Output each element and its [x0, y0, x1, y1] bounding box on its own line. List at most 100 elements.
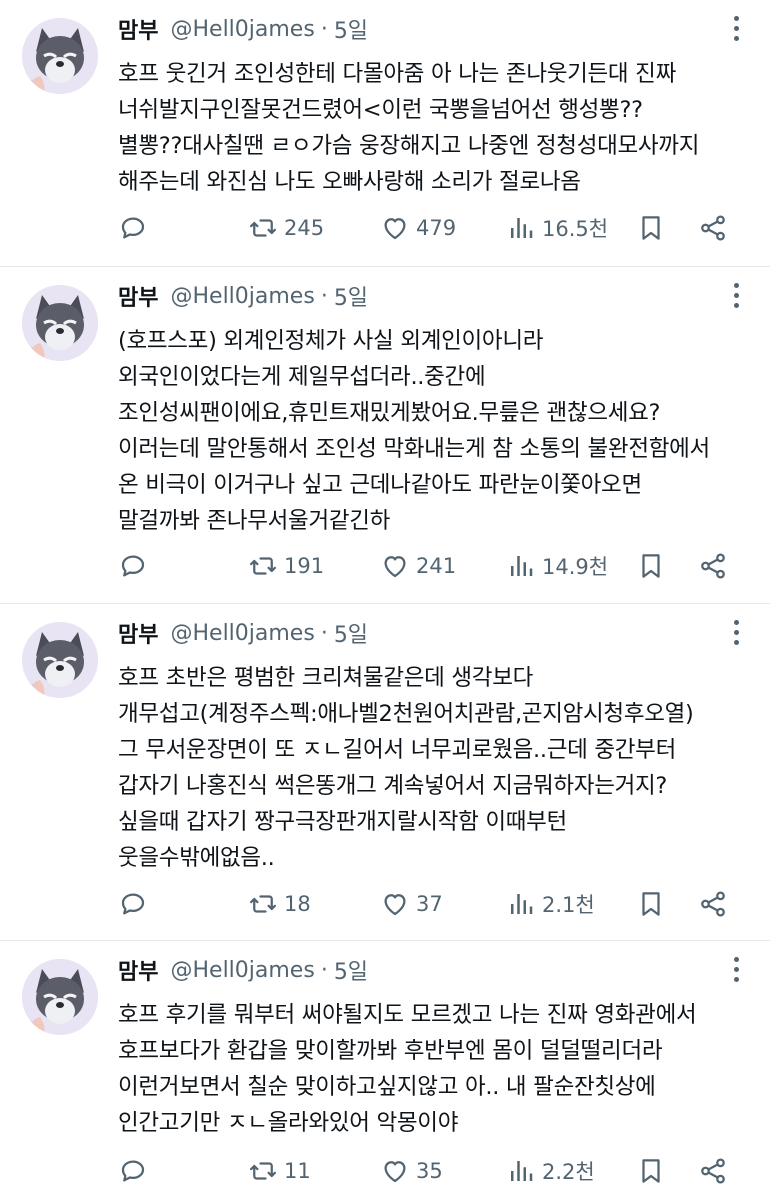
- bookmark-button[interactable]: [636, 1151, 666, 1191]
- more-icon[interactable]: [716, 12, 756, 46]
- tweet-text-line: 이러는데 말안통해서 조인성 막화내는게 참 소통의 불완전함에서: [118, 436, 710, 462]
- retweet-button[interactable]: 11: [248, 1151, 311, 1191]
- retweet-count: 245: [284, 216, 325, 240]
- tweet-text-line: 호프 웃긴거 조인성한테 다몰아줌 아 나는 존나웃기든대 진짜: [118, 61, 676, 87]
- like-button[interactable]: 479: [380, 208, 456, 248]
- tweet-text-line: 호프 초반은 평범한 크리쳐물같은데 생각보다: [118, 665, 534, 691]
- views-icon: [511, 894, 533, 914]
- separator-dot: ·: [320, 283, 328, 309]
- share-button[interactable]: [698, 546, 728, 586]
- user-handle[interactable]: @Hell0james: [170, 621, 314, 646]
- separator-dot: ·: [320, 620, 328, 646]
- share-icon: [701, 1158, 725, 1184]
- like-count: 37: [416, 892, 443, 916]
- tweet-header: 맘부 @Hell0james · 5일: [118, 616, 368, 650]
- more-icon[interactable]: [716, 616, 756, 650]
- retweet-count: 11: [284, 1159, 311, 1183]
- like-icon: [384, 1161, 406, 1183]
- tweet-text-line: 이런거보면서 칠순 맞이하고싶지않고 아.. 내 팔순잔칫상에: [118, 1074, 656, 1100]
- display-name[interactable]: 맘부: [118, 280, 158, 312]
- views-button[interactable]: 14.9천: [506, 546, 608, 586]
- more-icon[interactable]: [716, 953, 756, 987]
- user-handle[interactable]: @Hell0james: [170, 17, 314, 42]
- share-icon: [701, 215, 725, 241]
- display-name[interactable]: 맘부: [118, 13, 158, 45]
- tweet[interactable]: 맘부 @Hell0james · 5일 호프 후기를 뭐부터 써야될지도 모르겠…: [0, 941, 770, 1200]
- tweet-text-line: 해주는데 와진심 나도 오빠사랑해 소리가 절로나옴: [118, 169, 581, 195]
- retweet-count: 18: [284, 892, 311, 916]
- tweet-actions: 191 241 14.9천: [118, 546, 738, 586]
- user-handle[interactable]: @Hell0james: [170, 284, 314, 309]
- retweet-icon: [250, 219, 276, 237]
- views-count: 2.2천: [542, 1160, 595, 1184]
- views-icon: [511, 556, 533, 576]
- tweet-text-line: (호프스포) 외계인정체가 사실 외계인이아니라: [118, 328, 544, 354]
- views-count: 2.1천: [542, 893, 595, 917]
- tweet-text: (호프스포) 외계인정체가 사실 외계인이아니라 외국인이었다는게 제일무섭더라…: [118, 323, 758, 539]
- tweet-text-line: 조인성씨팬이에요,휴민트재밌게봤어요.무릎은 괜찮으세요?: [118, 400, 661, 426]
- reply-button[interactable]: [118, 208, 148, 248]
- like-button[interactable]: 35: [380, 1151, 443, 1191]
- separator-dot: ·: [320, 957, 328, 983]
- retweet-button[interactable]: 18: [248, 884, 311, 924]
- retweet-button[interactable]: 245: [248, 208, 324, 248]
- views-count: 16.5천: [542, 217, 609, 241]
- display-name[interactable]: 맘부: [118, 954, 158, 986]
- tweet-text-line: 호프 후기를 뭐부터 써야될지도 모르겠고 나는 진짜 영화관에서: [118, 1002, 697, 1028]
- share-button[interactable]: [698, 1151, 728, 1191]
- tweet-text: 호프 후기를 뭐부터 써야될지도 모르겠고 나는 진짜 영화관에서 호프보다가 …: [118, 997, 758, 1141]
- tweet-text: 호프 웃긴거 조인성한테 다몰아줌 아 나는 존나웃기든대 진짜 너쉬발지구인잘…: [118, 56, 758, 200]
- bookmark-button[interactable]: [636, 546, 666, 586]
- tweet-text-line: 웃을수밖에없음..: [118, 845, 275, 871]
- share-icon: [701, 891, 725, 917]
- tweet-text-line: 싶을때 갑자기 짱구극장판개지랄시작함 이때부턴: [118, 809, 567, 835]
- tweet[interactable]: 맘부 @Hell0james · 5일 호프 초반은 평범한 크리쳐물같은데 생…: [0, 604, 770, 940]
- views-count: 14.9천: [542, 555, 609, 579]
- like-button[interactable]: 37: [380, 884, 443, 924]
- like-icon: [384, 218, 406, 240]
- reply-button[interactable]: [118, 546, 148, 586]
- timestamp[interactable]: 5일: [334, 280, 368, 312]
- tweet-header: 맘부 @Hell0james · 5일: [118, 953, 368, 987]
- views-button[interactable]: 2.1천: [506, 884, 595, 924]
- like-count: 241: [416, 554, 457, 578]
- tweet-text-line: 별뽕??대사칠땐 ㄹㅇ가슴 웅장해지고 나중엔 정청성대모사까지: [118, 133, 700, 159]
- tweet-header: 맘부 @Hell0james · 5일: [118, 279, 368, 313]
- share-icon: [701, 553, 725, 579]
- like-count: 479: [416, 216, 457, 240]
- tweet-text-line: 너쉬발지구인잘못건드렸어<이런 국뽕을넘어선 행성뽕??: [118, 97, 643, 123]
- more-icon[interactable]: [716, 279, 756, 313]
- share-button[interactable]: [698, 208, 728, 248]
- reply-button[interactable]: [118, 1151, 148, 1191]
- views-button[interactable]: 16.5천: [506, 208, 608, 248]
- timestamp[interactable]: 5일: [334, 617, 368, 649]
- tweet[interactable]: 맘부 @Hell0james · 5일 (호프스포) 외계인정체가 사실 외계인…: [0, 267, 770, 603]
- avatar[interactable]: [22, 18, 98, 94]
- timestamp[interactable]: 5일: [334, 13, 368, 45]
- views-icon: [511, 1161, 533, 1181]
- like-button[interactable]: 241: [380, 546, 456, 586]
- like-icon: [384, 894, 406, 916]
- bookmark-button[interactable]: [636, 208, 666, 248]
- avatar[interactable]: [22, 959, 98, 1035]
- bookmark-button[interactable]: [636, 884, 666, 924]
- retweet-button[interactable]: 191: [248, 546, 324, 586]
- tweet[interactable]: 맘부 @Hell0james · 5일 호프 웃긴거 조인성한테 다몰아줌 아 …: [0, 0, 770, 266]
- like-count: 35: [416, 1159, 443, 1183]
- tweet-text-line: 인간고기만 ㅈㄴ올라와있어 악몽이야: [118, 1110, 459, 1136]
- bookmark-icon: [642, 1159, 660, 1183]
- reply-button[interactable]: [118, 884, 148, 924]
- display-name[interactable]: 맘부: [118, 617, 158, 649]
- tweet-header: 맘부 @Hell0james · 5일: [118, 12, 368, 46]
- timestamp[interactable]: 5일: [334, 954, 368, 986]
- avatar[interactable]: [22, 285, 98, 361]
- bookmark-icon: [642, 892, 660, 916]
- reply-icon: [121, 555, 145, 577]
- views-button[interactable]: 2.2천: [506, 1151, 595, 1191]
- user-handle[interactable]: @Hell0james: [170, 958, 314, 983]
- separator-dot: ·: [320, 16, 328, 42]
- share-button[interactable]: [698, 884, 728, 924]
- avatar[interactable]: [22, 622, 98, 698]
- tweet-text: 호프 초반은 평범한 크리쳐물같은데 생각보다 개무섭고(계정주스펙:애나벨2천…: [118, 660, 758, 876]
- tweet-text-line: 말걸까봐 존나무서울거같긴하: [118, 508, 391, 534]
